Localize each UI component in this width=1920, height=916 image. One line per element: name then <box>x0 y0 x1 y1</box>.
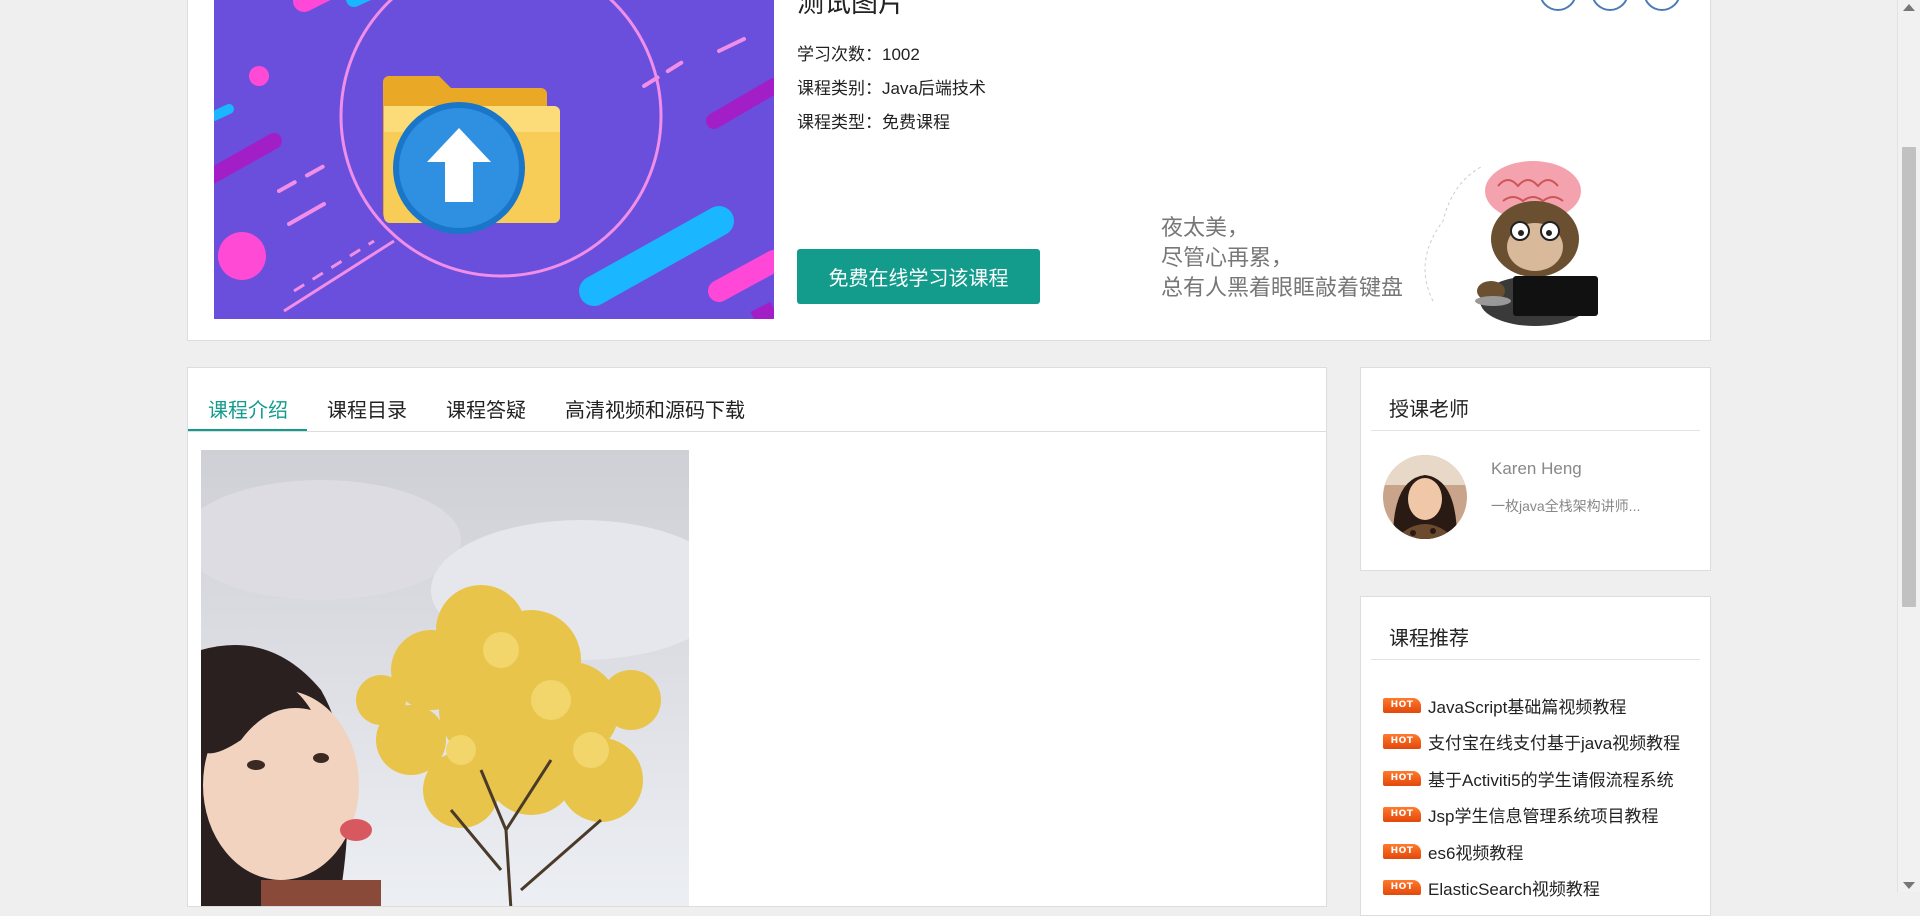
course-type: 课程类型：免费课程 <box>797 113 950 132</box>
teacher-description: 一枚java全栈架构讲师... <box>1491 498 1641 514</box>
recommend-list: HOT JavaScript基础篇视频教程 HOT 支付宝在线支付基于java视频教… <box>1383 687 1680 906</box>
tab-course-catalog[interactable]: 课程目录 <box>327 394 407 435</box>
recommend-heading: 课程推荐 <box>1389 628 1469 650</box>
active-tab-indicator <box>188 429 307 431</box>
scroll-up-arrow-icon[interactable] <box>1903 4 1915 11</box>
course-cover-image <box>214 0 774 319</box>
start-learning-button[interactable]: 免费在线学习该课程 <box>797 249 1040 304</box>
scrollbar-thumb[interactable] <box>1902 147 1916 607</box>
course-header-panel: 测试图片 学习次数：1002 课程类别：Java后端技术 课程类型：免费课程 免… <box>187 0 1711 341</box>
facebook-icon[interactable] <box>1539 0 1577 11</box>
course-category: 课程类别：Java后端技术 <box>797 79 986 98</box>
study-count: 学习次数：1002 <box>797 45 920 64</box>
divider <box>1371 659 1700 660</box>
hot-badge-icon: HOT <box>1383 770 1421 786</box>
recommend-item[interactable]: HOT Jsp学生信息管理系统项目教程 <box>1383 797 1680 834</box>
linkedin-icon[interactable] <box>1643 0 1681 11</box>
course-tabs: 课程介绍 课程目录 课程答疑 高清视频和源码下载 <box>188 368 1326 432</box>
recommend-item[interactable]: HOT 基于Activiti5的学生请假流程系统 <box>1383 760 1680 797</box>
page-scrollbar[interactable] <box>1897 0 1920 892</box>
course-content-panel: 课程介绍 课程目录 课程答疑 高清视频和源码下载 <box>187 367 1327 907</box>
slogan-text: 夜太美， 尽管心再累， 总有人黑着眼眶敲着键盘 <box>1161 215 1404 300</box>
recommend-item[interactable]: HOT JavaScript基础篇视频教程 <box>1383 687 1680 724</box>
course-title: 测试图片 <box>797 0 905 18</box>
teacher-card: 授课老师 Karen Heng 一枚java全栈架构讲师... <box>1360 367 1711 571</box>
hot-badge-icon: HOT <box>1383 807 1421 823</box>
divider <box>1371 430 1700 431</box>
tab-course-qa[interactable]: 课程答疑 <box>446 394 526 435</box>
teacher-avatar[interactable] <box>1383 455 1467 539</box>
hot-badge-icon: HOT <box>1383 843 1421 859</box>
twitter-icon[interactable] <box>1591 0 1629 11</box>
scroll-down-arrow-icon[interactable] <box>1903 882 1915 889</box>
teacher-heading: 授课老师 <box>1389 399 1469 421</box>
monkey-coder-illustration <box>1424 161 1598 326</box>
course-intro-photo <box>201 450 689 906</box>
folder-upload-icon <box>383 76 560 234</box>
recommend-card: 课程推荐 HOT JavaScript基础篇视频教程 HOT 支付宝在线支付基于ja… <box>1360 596 1711 916</box>
hot-badge-icon: HOT <box>1383 734 1421 750</box>
recommend-item[interactable]: HOT 支付宝在线支付基于java视频教程 <box>1383 724 1680 761</box>
tab-video-source-download[interactable]: 高清视频和源码下载 <box>565 394 745 435</box>
hot-badge-icon: HOT <box>1383 697 1421 713</box>
teacher-name[interactable]: Karen Heng <box>1491 459 1582 479</box>
hot-badge-icon: HOT <box>1383 880 1421 896</box>
recommend-item[interactable]: HOT es6视频教程 <box>1383 833 1680 870</box>
recommend-item[interactable]: HOT ElasticSearch视频教程 <box>1383 870 1680 907</box>
